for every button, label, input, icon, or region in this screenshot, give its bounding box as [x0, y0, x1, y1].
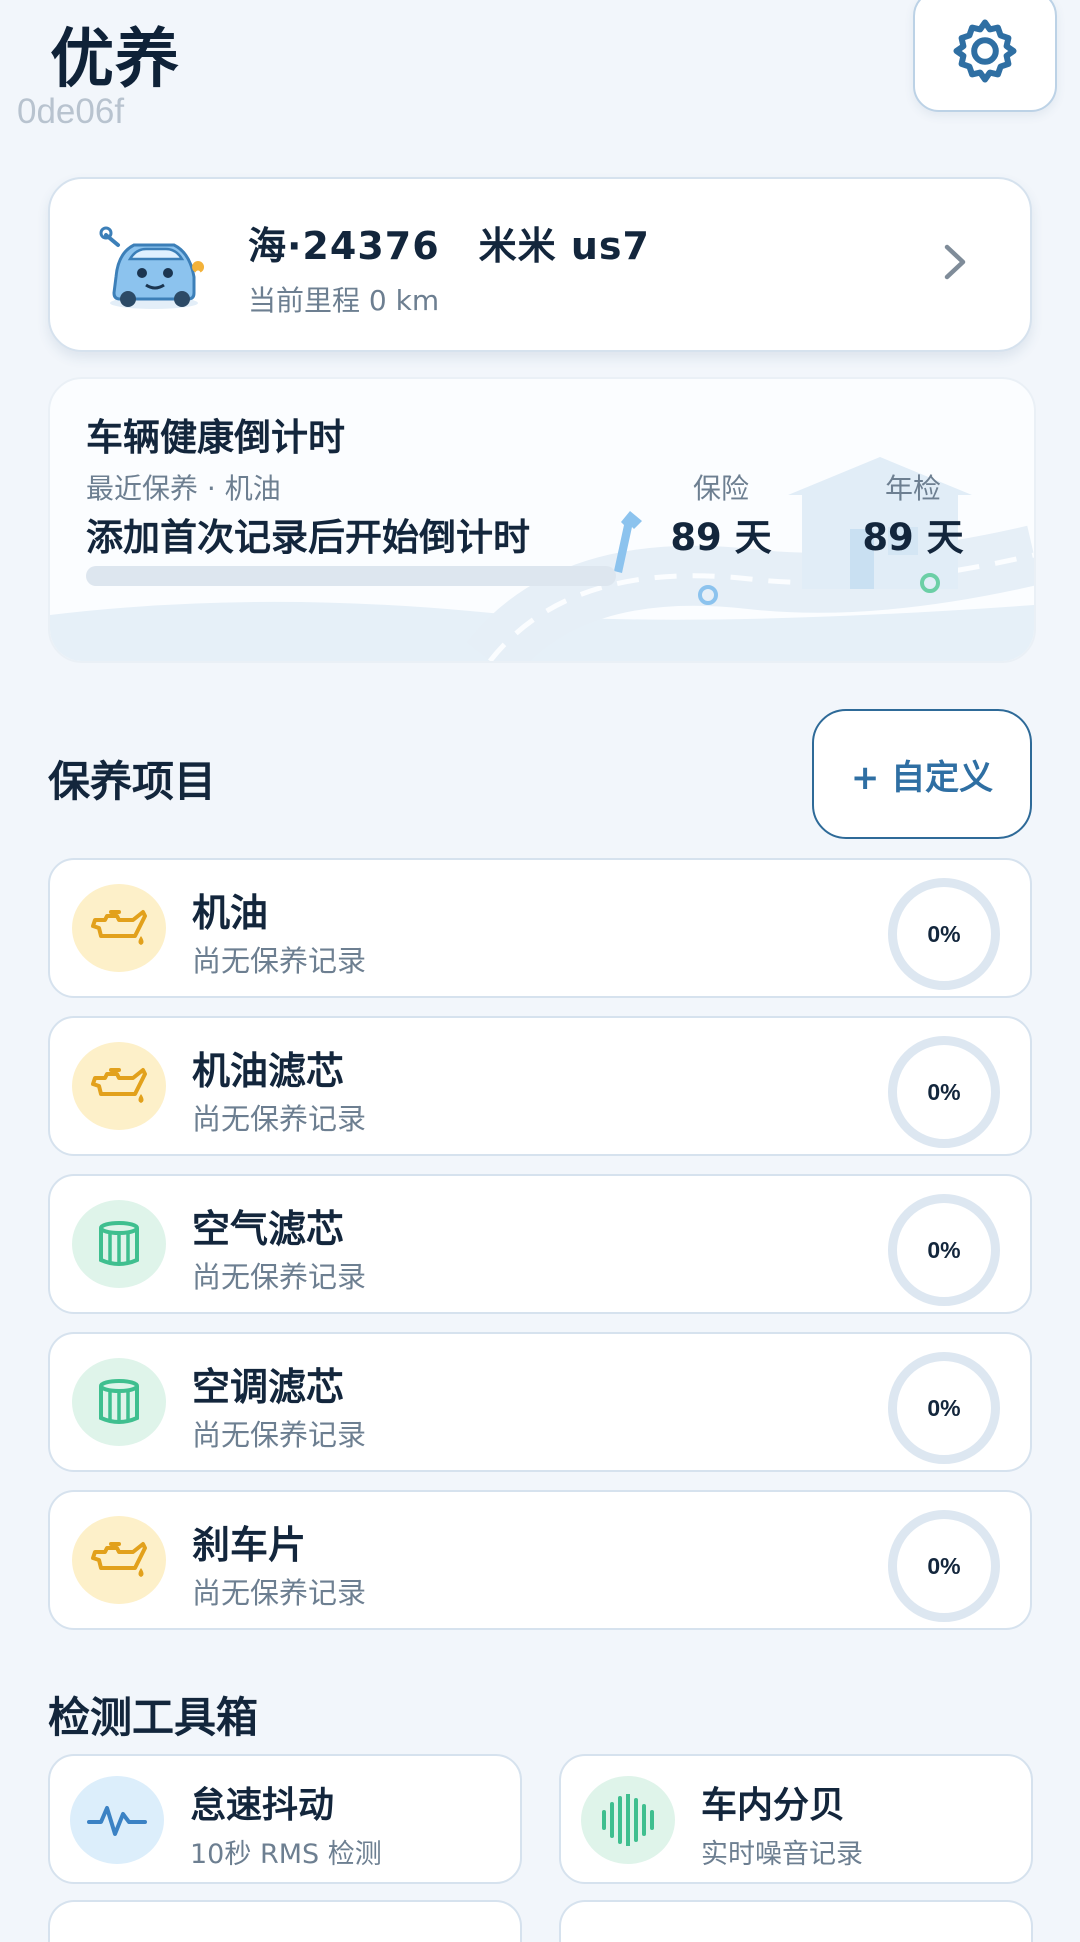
maintenance-item-name: 空调滤芯 — [192, 1365, 345, 1409]
inspection-days: 89 天 — [862, 516, 964, 559]
oil-can-icon — [91, 1068, 147, 1103]
vehicle-card[interactable]: 海·24376 米米 us7 当前里程 0 km — [48, 177, 1032, 352]
health-countdown-card: 车辆健康倒计时 最近保养 · 机油 添加首次记录后开始倒计时 保险 89 天 年… — [48, 377, 1036, 663]
maintenance-item-name: 空气滤芯 — [192, 1207, 345, 1251]
tool-card[interactable]: 怠速抖动 10秒 RMS 检测 — [48, 1754, 522, 1884]
countdown-subtitle: 最近保养 · 机油 — [86, 472, 281, 505]
oil-can-icon — [91, 910, 147, 945]
tool-description: 10秒 RMS 检测 — [190, 1839, 382, 1870]
maintenance-item[interactable]: 机油 尚无保养记录 0% — [48, 858, 1032, 998]
maintenance-item-icon — [72, 884, 166, 972]
filter-icon — [99, 1379, 139, 1424]
countdown-progress-bar — [86, 566, 616, 586]
countdown-message: 添加首次记录后开始倒计时 — [86, 516, 530, 559]
inspection-label: 年检 — [884, 472, 941, 505]
maintenance-item-status: 尚无保养记录 — [192, 1102, 367, 1136]
tool-icon — [581, 1776, 675, 1864]
maintenance-progress-ring: 0% — [888, 1036, 1000, 1148]
gear-icon — [953, 19, 1017, 83]
countdown-title: 车辆健康倒计时 — [86, 416, 345, 459]
maintenance-progress-ring: 0% — [888, 878, 1000, 990]
tool-card-partial[interactable] — [48, 1900, 522, 1942]
maintenance-item[interactable]: 机油滤芯 尚无保养记录 0% — [48, 1016, 1032, 1156]
maintenance-item-status: 尚无保养记录 — [192, 1260, 367, 1294]
maintenance-item-status: 尚无保养记录 — [192, 1418, 367, 1452]
chevron-right-icon — [944, 244, 966, 280]
tool-card-partial[interactable] — [559, 1900, 1033, 1942]
tool-icon — [70, 1776, 164, 1864]
tool-card[interactable]: 车内分贝 实时噪音记录 — [559, 1754, 1033, 1884]
maintenance-item-icon — [72, 1358, 166, 1446]
page-title: 优养 — [50, 23, 180, 97]
maintenance-item-icon — [72, 1516, 166, 1604]
insurance-days: 89 天 — [670, 516, 772, 559]
maintenance-progress-ring: 0% — [888, 1352, 1000, 1464]
tool-name: 怠速抖动 — [190, 1785, 335, 1826]
filter-icon — [99, 1221, 139, 1266]
maintenance-item[interactable]: 空气滤芯 尚无保养记录 0% — [48, 1174, 1032, 1314]
vehicle-mileage: 当前里程 0 km — [248, 284, 440, 317]
maintenance-item-status: 尚无保养记录 — [192, 1576, 367, 1610]
maintenance-section-title: 保养项目 — [48, 757, 217, 806]
maintenance-item-name: 刹车片 — [192, 1523, 307, 1567]
maintenance-progress-ring: 0% — [888, 1194, 1000, 1306]
vehicle-plate-model: 海·24376 米米 us7 — [248, 224, 650, 268]
settings-button[interactable] — [913, 0, 1057, 112]
maintenance-item-name: 机油 — [192, 891, 269, 935]
maintenance-item-icon — [72, 1200, 166, 1288]
maintenance-item-name: 机油滤芯 — [192, 1049, 345, 1093]
waveform-icon — [87, 1806, 147, 1836]
maintenance-item[interactable]: 刹车片 尚无保养记录 0% — [48, 1490, 1032, 1630]
oil-can-icon — [91, 1542, 147, 1577]
toolbox-section-title: 检测工具箱 — [48, 1693, 259, 1742]
tool-name: 车内分贝 — [701, 1785, 846, 1826]
maintenance-progress-ring: 0% — [888, 1510, 1000, 1622]
maintenance-item-icon — [72, 1042, 166, 1130]
car-mascot-icon — [99, 226, 205, 309]
maintenance-item[interactable]: 空调滤芯 尚无保养记录 0% — [48, 1332, 1032, 1472]
maintenance-item-status: 尚无保养记录 — [192, 944, 367, 978]
sound-bars-icon — [602, 1794, 654, 1846]
tool-description: 实时噪音记录 — [701, 1839, 863, 1870]
add-custom-item-button[interactable]: + 自定义 — [812, 709, 1032, 839]
insurance-label: 保险 — [692, 472, 749, 505]
debug-id: 0de06f — [17, 92, 125, 131]
